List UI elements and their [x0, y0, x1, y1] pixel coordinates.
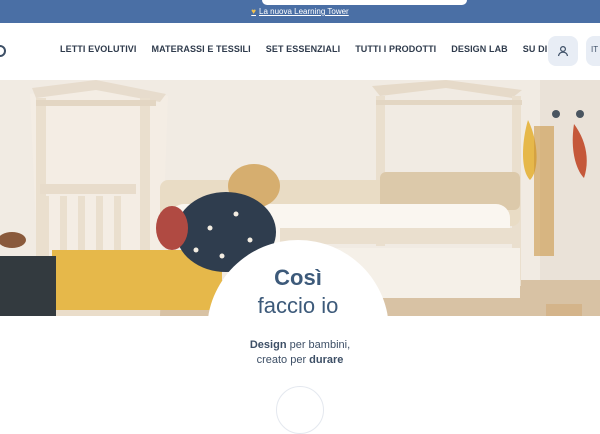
- announcement-tab-shape: [262, 0, 467, 5]
- announcement-bar: ♥ La nuova Learning Tower: [0, 0, 600, 23]
- heart-icon: ♥: [251, 7, 257, 16]
- user-icon: [557, 45, 569, 57]
- nav-item-letti-evolutivi[interactable]: LETTI EVOLUTIVI: [60, 44, 137, 54]
- nav-item-design-lab[interactable]: DESIGN LAB: [451, 44, 508, 54]
- main-nav: LETTI EVOLUTIVI MATERASSI E TESSILI SET …: [60, 44, 566, 54]
- headline-line-1: Così: [274, 265, 322, 290]
- nav-item-materassi-tessili[interactable]: MATERASSI E TESSILI: [152, 44, 251, 54]
- tagline: Design per bambini, creato per durare: [0, 338, 600, 368]
- headline-line-2: faccio io: [257, 293, 339, 318]
- account-button[interactable]: [548, 36, 578, 66]
- nav-item-set-essenziali[interactable]: SET ESSENZIALI: [266, 44, 340, 54]
- announcement-link[interactable]: ♥ La nuova Learning Tower: [251, 7, 348, 16]
- language-button[interactable]: IT: [586, 36, 600, 66]
- announcement-text: La nuova Learning Tower: [259, 7, 349, 16]
- tagline-line-2: creato per durare: [0, 353, 600, 368]
- tagline-emphasis-design: Design: [249, 339, 287, 351]
- scroll-down-button[interactable]: [276, 386, 324, 434]
- nav-item-tutti-prodotti[interactable]: TUTTI I PRODOTTI: [355, 44, 436, 54]
- tagline-line-1: Design per bambini,: [0, 338, 600, 353]
- tagline-emphasis-durare: durare: [309, 354, 344, 366]
- tagline-text-1: per bambini,: [286, 339, 351, 351]
- tagline-text-2: creato per: [256, 354, 310, 366]
